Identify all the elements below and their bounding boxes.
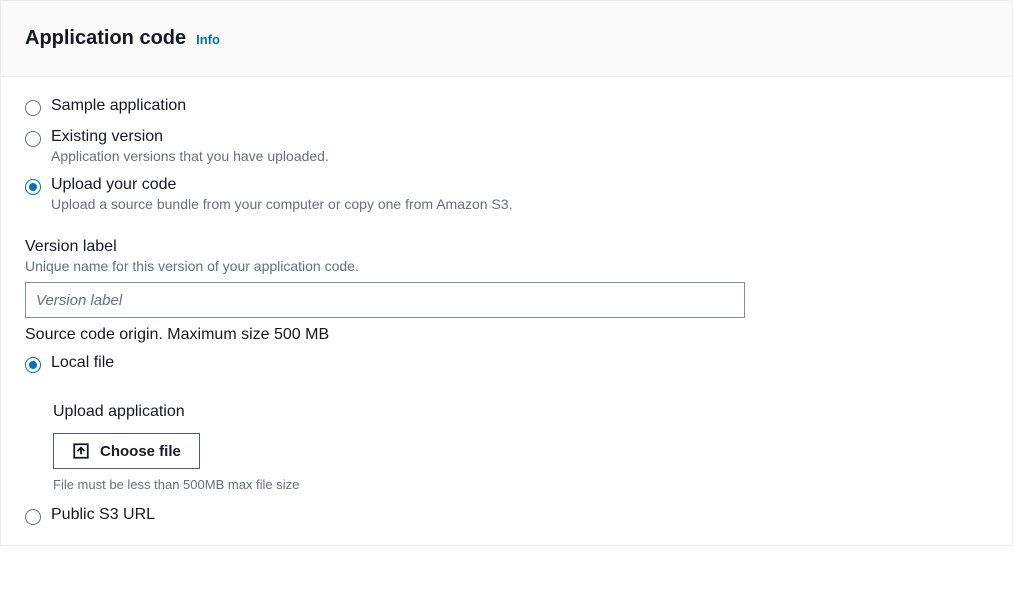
radio-desc: Upload a source bundle from your compute… <box>51 196 512 212</box>
radio-circle-icon[interactable] <box>25 509 41 525</box>
panel-body: Sample application Existing version Appl… <box>1 77 1012 545</box>
upload-application-block: Upload application Choose file File must… <box>53 403 988 492</box>
origin-radio-group: Local file Upload application Choose fil… <box>25 354 988 525</box>
radio-circle-icon[interactable] <box>25 357 41 373</box>
source-code-origin-label: Source code origin. Maximum size 500 MB <box>25 326 988 344</box>
upload-icon <box>72 442 90 460</box>
radio-circle-icon[interactable] <box>25 179 41 195</box>
choose-file-button[interactable]: Choose file <box>53 433 200 469</box>
version-label-block: Version label Unique name for this versi… <box>25 238 988 344</box>
radio-local-file[interactable]: Local file <box>25 354 988 373</box>
radio-label: Local file <box>51 354 114 372</box>
file-size-hint: File must be less than 500MB max file si… <box>53 477 988 492</box>
version-label-input[interactable] <box>25 282 745 318</box>
radio-label: Sample application <box>51 97 186 115</box>
version-label: Version label <box>25 238 988 256</box>
code-source-radio-group: Sample application Existing version Appl… <box>25 97 988 212</box>
radio-sample-application[interactable]: Sample application <box>25 97 988 116</box>
radio-label: Upload your code <box>51 176 512 194</box>
radio-desc: Application versions that you have uploa… <box>51 148 329 164</box>
upload-application-label: Upload application <box>53 403 988 421</box>
radio-circle-icon[interactable] <box>25 100 41 116</box>
page-title: Application code <box>25 27 186 50</box>
version-desc: Unique name for this version of your app… <box>25 258 988 274</box>
radio-label: Existing version <box>51 128 329 146</box>
info-link[interactable]: Info <box>196 32 220 47</box>
radio-label: Public S3 URL <box>51 506 155 524</box>
radio-existing-version[interactable]: Existing version Application versions th… <box>25 128 988 164</box>
panel-header: Application code Info <box>1 1 1012 77</box>
radio-public-s3-url[interactable]: Public S3 URL <box>25 506 988 525</box>
radio-upload-your-code[interactable]: Upload your code Upload a source bundle … <box>25 176 988 212</box>
radio-circle-icon[interactable] <box>25 131 41 147</box>
choose-file-label: Choose file <box>100 443 181 460</box>
